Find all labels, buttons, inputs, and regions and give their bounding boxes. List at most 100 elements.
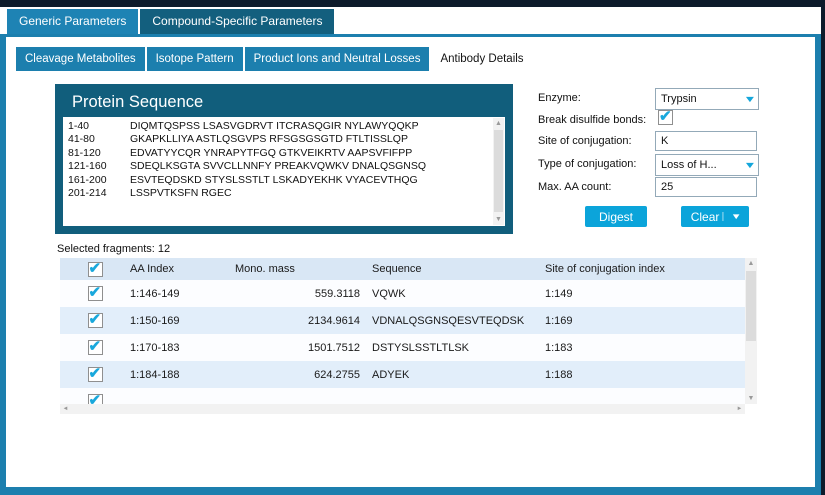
row-checkbox[interactable]	[87, 283, 103, 301]
enzyme-value: Trypsin	[661, 93, 697, 105]
cell-sequence: VDNALQSGNSQESVTEQDSK	[372, 314, 525, 327]
window-frame-right	[821, 0, 825, 495]
scrollbar-thumb[interactable]	[494, 130, 503, 212]
site-of-conjugation-label: Site of conjugation:	[538, 135, 632, 147]
protein-sequence-row[interactable]: 81-120 EDVATYYCQR YNRAPYTFGQ GTKVEIKRTV …	[63, 147, 492, 160]
cell-site-of-conjugation-index: 1:169	[545, 314, 573, 327]
residue-range: 201-214	[68, 186, 107, 199]
type-of-conjugation-label: Type of conjugation:	[538, 158, 637, 170]
scroll-right-arrow-icon[interactable]: ►	[734, 404, 745, 414]
row-checkbox[interactable]	[87, 310, 103, 328]
site-of-conjugation-input[interactable]	[655, 131, 757, 151]
scrollbar-thumb[interactable]	[746, 271, 756, 341]
cell-sequence: DSTYSLSSTLTLSK	[372, 341, 469, 354]
header-cell-select	[60, 259, 130, 277]
cell-aa-index: 1:184-188	[130, 368, 180, 381]
cell-mono-mass: 559.3118	[314, 287, 360, 300]
table-header-row: AA Index Mono. mass Sequence Site of con…	[60, 258, 745, 280]
fragments-table: AA Index Mono. mass Sequence Site of con…	[60, 258, 757, 414]
window-frame-top	[0, 0, 825, 7]
residue-sequence: ESVTEQDSKD STYSLSSTLT LSKADYEKHK VYACEVT…	[130, 173, 418, 186]
sub-tab-bar: Cleavage Metabolites Isotope Pattern Pro…	[16, 47, 533, 71]
cell-aa-index: 1:150-169	[130, 314, 180, 327]
scroll-up-arrow-icon[interactable]: ▲	[745, 258, 757, 269]
tab-compound-specific-parameters[interactable]: Compound-Specific Parameters	[140, 9, 335, 34]
cell-aa-index: 1:170-183	[130, 341, 180, 354]
residue-sequence: GKAPKLLIYA ASTLQSGVPS RFSGSGSGTD FTLTISS…	[130, 133, 408, 146]
table-vertical-scrollbar[interactable]: ▲ ▼	[745, 258, 757, 404]
protein-sequence-panel: Protein Sequence 1-40 DIQMTQSPSS LSASVGD…	[55, 84, 513, 234]
max-aa-count-label: Max. AA count:	[538, 181, 612, 193]
protein-sequence-row[interactable]: 1-40 DIQMTQSPSS LSASVGDRVT ITCRASQGIR NY…	[63, 120, 492, 133]
application-window: Generic Parameters Compound-Specific Par…	[0, 0, 825, 495]
protein-sequence-list[interactable]: 1-40 DIQMTQSPSS LSASVGDRVT ITCRASQGIR NY…	[63, 117, 505, 226]
protein-sequence-row[interactable]: 201-214 LSSPVTKSFN RGEC	[63, 187, 492, 200]
tab-generic-parameters[interactable]: Generic Parameters	[7, 9, 139, 34]
type-of-conjugation-value: Loss of H...	[661, 159, 717, 171]
panel-content: Cleavage Metabolites Isotope Pattern Pro…	[6, 37, 815, 487]
tab-isotope-pattern[interactable]: Isotope Pattern	[146, 47, 243, 71]
table-row[interactable]: 1:170-183 1501.7512 DSTYSLSSTLTLSK 1:183	[60, 334, 745, 361]
protein-sequence-row[interactable]: 41-80 GKAPKLLIYA ASTLQSGVPS RFSGSGSGTD F…	[63, 133, 492, 146]
selected-fragments-label: Selected fragments: 12	[57, 243, 171, 255]
protein-sequence-row[interactable]: 161-200 ESVTEQDSKD STYSLSSTLT LSKADYEKHK…	[63, 174, 492, 187]
chevron-down-icon[interactable]: ▼	[738, 94, 762, 104]
row-checkbox[interactable]	[87, 337, 103, 355]
compound-parameters-panel: Cleavage Metabolites Isotope Pattern Pro…	[0, 34, 821, 495]
cell-mono-mass: 1501.7512	[308, 341, 360, 354]
scroll-left-arrow-icon[interactable]: ◄	[60, 404, 71, 414]
cell-sequence: ADYEK	[372, 368, 410, 381]
cell-select	[60, 364, 130, 382]
cell-mono-mass: 2134.9614	[308, 314, 360, 327]
break-disulfide-checkbox[interactable]	[658, 107, 673, 125]
tab-antibody-details[interactable]: Antibody Details	[431, 47, 533, 71]
residue-range: 161-200	[68, 173, 107, 186]
column-header-mono-mass[interactable]: Mono. mass	[235, 263, 372, 275]
table-horizontal-scrollbar[interactable]: ◄ ►	[60, 404, 745, 414]
cell-sequence: VQWK	[372, 287, 406, 300]
chevron-down-icon[interactable]: ▼	[738, 160, 762, 170]
column-header-aa-index[interactable]: AA Index	[130, 263, 235, 275]
break-disulfide-label: Break disulfide bonds:	[538, 114, 647, 126]
residue-range: 41-80	[68, 133, 95, 146]
type-of-conjugation-dropdown[interactable]: Loss of H... ▼	[655, 154, 759, 176]
table-row[interactable]: 1:184-188 624.2755 ADYEK 1:188	[60, 361, 745, 388]
cell-site-of-conjugation-index: 1:183	[545, 341, 573, 354]
residue-sequence: LSSPVTKSFN RGEC	[130, 186, 232, 199]
residue-range: 121-160	[68, 160, 107, 173]
digest-button-label: Digest	[598, 209, 633, 224]
select-all-checkbox[interactable]	[87, 259, 103, 277]
clear-button-label: Clear	[690, 209, 720, 224]
table-body: 1:146-149 559.3118 VQWK 1:149 1:150-169 …	[60, 280, 745, 404]
enzyme-label: Enzyme:	[538, 92, 581, 104]
scroll-down-arrow-icon[interactable]: ▼	[493, 214, 504, 225]
column-header-sequence[interactable]: Sequence	[372, 263, 545, 275]
protein-sequence-rows: 1-40 DIQMTQSPSS LSASVGDRVT ITCRASQGIR NY…	[63, 120, 492, 226]
table-row[interactable]: 1:146-149 559.3118 VQWK 1:149	[60, 280, 745, 307]
cell-aa-index: 1:146-149	[130, 287, 180, 300]
clear-button[interactable]: Clear ▼	[681, 206, 749, 227]
cell-site-of-conjugation-index: 1:149	[545, 287, 573, 300]
tab-product-ions-and-neutral-losses[interactable]: Product Ions and Neutral Losses	[244, 47, 430, 71]
scroll-up-arrow-icon[interactable]: ▲	[493, 118, 504, 129]
cell-mono-mass: 624.2755	[314, 368, 360, 381]
protein-list-scrollbar[interactable]: ▲ ▼	[493, 118, 504, 225]
cell-select	[60, 310, 130, 328]
residue-sequence: EDVATYYCQR YNRAPYTFGQ GTKVEIKRTV AAPSVFI…	[130, 146, 413, 159]
digest-button[interactable]: Digest	[585, 206, 647, 227]
protein-sequence-row[interactable]: 121-160 SDEQLKSGTA SVVCLLNNFY PREAKVQWKV…	[63, 160, 492, 173]
table-row-partial[interactable]	[60, 388, 745, 404]
cell-select	[60, 391, 130, 404]
residue-range: 81-120	[68, 146, 101, 159]
clear-dropdown-arrow-icon[interactable]: ▼	[722, 212, 742, 221]
residue-sequence: SDEQLKSGTA SVVCLLNNFY PREAKVQWKV DNALQSG…	[130, 160, 427, 173]
tab-cleavage-metabolites[interactable]: Cleavage Metabolites	[16, 47, 145, 71]
cell-select	[60, 337, 130, 355]
column-header-site-of-conjugation-index[interactable]: Site of conjugation index	[545, 263, 745, 275]
scroll-down-arrow-icon[interactable]: ▼	[745, 393, 757, 404]
residue-range: 1-40	[68, 120, 90, 132]
table-row[interactable]: 1:150-169 2134.9614 VDNALQSGNSQESVTEQDSK…	[60, 307, 745, 334]
row-checkbox[interactable]	[87, 364, 103, 382]
row-checkbox[interactable]	[87, 391, 103, 404]
max-aa-count-input[interactable]	[655, 177, 757, 197]
